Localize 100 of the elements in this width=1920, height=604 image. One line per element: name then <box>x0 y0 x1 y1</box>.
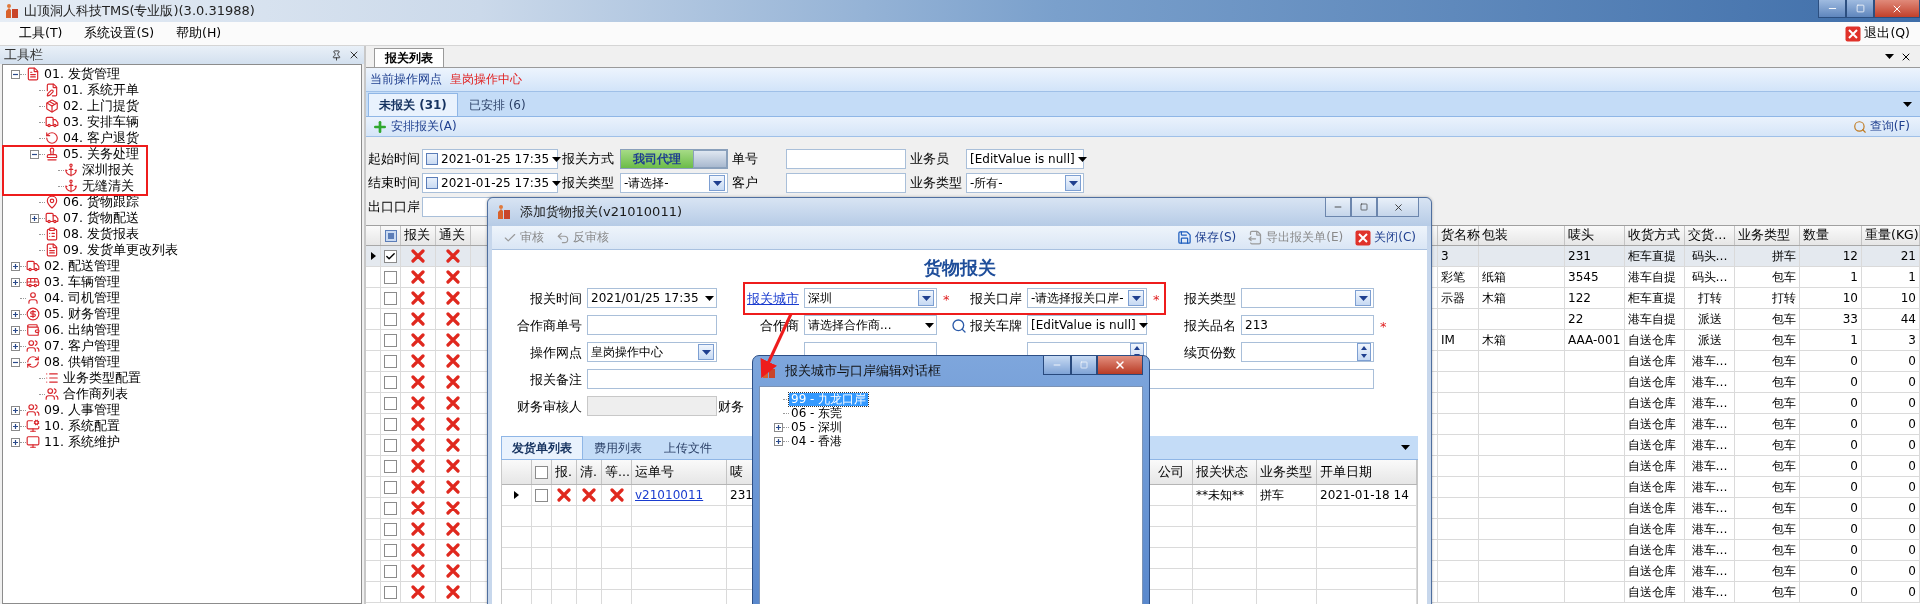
table-cell: 122 <box>1568 291 1591 305</box>
table-cell: 自送仓库 <box>1628 352 1676 370</box>
table-cell: 码头… <box>1691 247 1728 265</box>
required-mark: * <box>943 291 950 307</box>
field-label: 报关类型 <box>1184 290 1236 308</box>
table-cell: 打转 <box>1772 289 1796 307</box>
table-cell: 包车 <box>1772 478 1796 496</box>
table-cell: 21 <box>1900 249 1916 263</box>
table-cell: 0 <box>1908 564 1916 578</box>
field-label: 报关时间 <box>530 290 582 308</box>
filter-label: 报关方式 <box>562 150 615 168</box>
table-cell: 0 <box>1850 396 1858 410</box>
field-label: 操作网点 <box>530 344 582 362</box>
filter-label: 业务员 <box>910 150 950 168</box>
table-cell: 0 <box>1908 543 1916 557</box>
table-cell: 包车 <box>1772 268 1796 286</box>
table-cell: 包车 <box>1772 415 1796 433</box>
panel-title: 工具栏 <box>4 46 43 64</box>
filter-label: 业务类型 <box>910 174 962 192</box>
table-cell: 0 <box>1850 417 1858 431</box>
field-label: 报关备注 <box>530 371 582 389</box>
info-value: 皇岗操作中心 <box>450 71 522 88</box>
table-cell: 0 <box>1908 438 1916 452</box>
table-cell: 22 <box>1568 312 1584 326</box>
table-cell: 231 <box>730 488 753 502</box>
table-cell: 231 <box>1568 249 1591 263</box>
table-cell: 0 <box>1850 564 1858 578</box>
table-cell: 自送仓库 <box>1628 520 1676 538</box>
table-cell: IM <box>1441 333 1455 347</box>
table-cell: 包车 <box>1772 310 1796 328</box>
table-cell: 包车 <box>1772 457 1796 475</box>
table-cell: 柜车直提 <box>1628 289 1676 307</box>
table-cell: 0 <box>1908 585 1916 599</box>
table-cell: 44 <box>1900 312 1916 326</box>
table-cell: 包车 <box>1772 373 1796 391</box>
table-cell: 10 <box>1842 291 1858 305</box>
table-cell: 自送仓库 <box>1628 394 1676 412</box>
field-label: 报关车牌 <box>970 317 1022 335</box>
table-cell: AAA-001 <box>1568 333 1621 347</box>
table-cell: 0 <box>1850 459 1858 473</box>
table-cell: 包车 <box>1772 436 1796 454</box>
table-cell: 0 <box>1850 585 1858 599</box>
table-cell: 0 <box>1908 396 1916 410</box>
table-cell: 自送仓库 <box>1628 478 1676 496</box>
table-cell: 自送仓库 <box>1628 562 1676 580</box>
table-cell: 彩笔 <box>1441 268 1465 286</box>
table-cell: 自送仓库 <box>1628 583 1676 601</box>
field-label: 报关口岸 <box>970 290 1022 308</box>
dialog-title: 报关城市与口岸编辑对话框 <box>785 362 941 380</box>
table-cell: 2021-01-18 14 <box>1320 488 1409 502</box>
table-cell: 1 <box>1850 270 1858 284</box>
info-label: 当前操作网点 <box>370 71 442 88</box>
table-cell: 自送仓库 <box>1628 457 1676 475</box>
table-cell: 包车 <box>1772 520 1796 538</box>
table-cell: 0 <box>1908 501 1916 515</box>
table-cell: **未知** <box>1196 486 1244 504</box>
table-cell: 自送仓库 <box>1628 541 1676 559</box>
filter-label: 客户 <box>732 174 759 192</box>
table-cell: 0 <box>1850 480 1858 494</box>
table-cell: 港车… <box>1691 352 1728 370</box>
field-label: 报关品名 <box>1184 317 1236 335</box>
table-cell: 0 <box>1850 354 1858 368</box>
table-cell: 港车… <box>1691 457 1728 475</box>
table-cell: 港车… <box>1691 436 1728 454</box>
table-cell: 包车 <box>1772 499 1796 517</box>
table-cell: 拼车 <box>1260 486 1284 504</box>
table-cell: 自送仓库 <box>1628 415 1676 433</box>
table-cell: 0 <box>1908 522 1916 536</box>
table-cell: 0 <box>1908 417 1916 431</box>
table-cell: 打转 <box>1697 289 1722 307</box>
table-cell: 0 <box>1850 375 1858 389</box>
table-cell: 0 <box>1908 354 1916 368</box>
required-mark: * <box>1153 291 1160 307</box>
table-cell: 港车… <box>1691 562 1728 580</box>
table-cell: 33 <box>1842 312 1858 326</box>
table-cell: 码头… <box>1691 268 1728 286</box>
table-cell: 自送仓库 <box>1628 331 1676 349</box>
table-cell: 0 <box>1850 501 1858 515</box>
table-cell: 港车… <box>1691 415 1728 433</box>
table-cell: 包车 <box>1772 394 1796 412</box>
table-cell: 港车… <box>1691 373 1728 391</box>
table-cell: 0 <box>1850 543 1858 557</box>
table-cell: 港车… <box>1691 583 1728 601</box>
table-cell: 包车 <box>1772 541 1796 559</box>
field-label: 合作商单号 <box>517 317 582 335</box>
required-mark: * <box>1380 318 1387 334</box>
filter-label: 单号 <box>732 150 759 168</box>
table-cell: 港车… <box>1691 499 1728 517</box>
table-cell: 0 <box>1908 480 1916 494</box>
table-cell: 1 <box>1908 270 1916 284</box>
dialog-title: 添加货物报关(v21010011) <box>520 203 682 221</box>
form-heading: 货物报关 <box>923 256 996 280</box>
table-cell: 纸箱 <box>1482 268 1506 286</box>
table-cell: 自送仓库 <box>1628 499 1676 517</box>
table-cell: 0 <box>1908 459 1916 473</box>
table-cell: 包车 <box>1772 331 1796 349</box>
table-cell: 0 <box>1908 375 1916 389</box>
field-label: 财务 <box>718 398 744 416</box>
table-cell: 包车 <box>1772 562 1796 580</box>
table-cell: 3545 <box>1568 270 1599 284</box>
